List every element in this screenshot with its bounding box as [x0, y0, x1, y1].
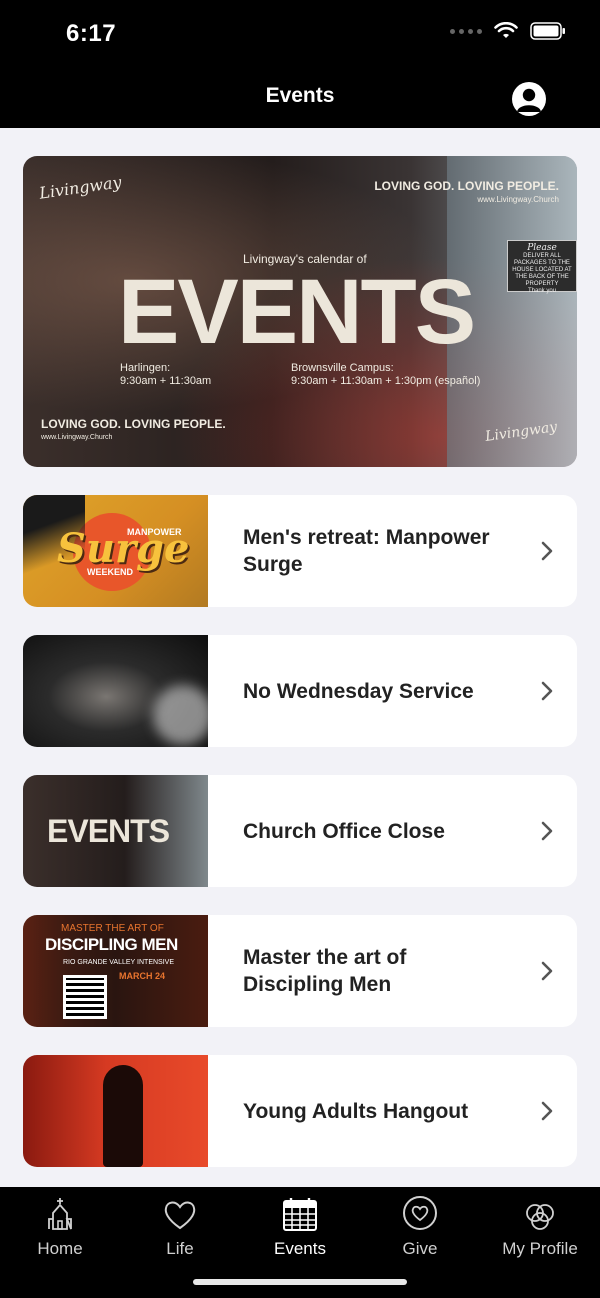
- hero-logo: Livingway: [38, 172, 123, 203]
- heart-circle-icon: [403, 1196, 437, 1230]
- tab-label: My Profile: [502, 1239, 578, 1258]
- thumb-date: MARCH 24: [119, 971, 166, 981]
- event-thumbnail: [23, 635, 208, 747]
- event-row-discipling-men[interactable]: MASTER THE ART OF DISCIPLING MEN RIO GRA…: [23, 915, 577, 1027]
- rings-icon: [526, 1204, 554, 1230]
- status-icons: [450, 22, 566, 40]
- hero-sign: Please DELIVER ALL PACKAGES TO THE HOUSE…: [507, 240, 577, 294]
- chevron-right-icon: [517, 960, 577, 982]
- thumb-word: EVENTS: [47, 813, 170, 849]
- thumb-glow: [153, 685, 208, 745]
- thumb-bottom-text: WEEKEND: [87, 567, 134, 577]
- hero-campus-2: Brownsville Campus: 9:30am + 11:30am + 1…: [291, 362, 480, 388]
- tab-label: Events: [274, 1239, 326, 1258]
- qr-code-icon: [63, 975, 107, 1019]
- hero-campus-1-times: 9:30am + 11:30am: [120, 375, 212, 387]
- hero-tagline-bottom-url: www.Livingway.Church: [41, 434, 113, 441]
- thumb-figure: [103, 1065, 143, 1167]
- hero-sign-footer: Thank you: [527, 288, 557, 294]
- event-thumbnail: EVENTS: [23, 775, 208, 887]
- event-title: Church Office Close: [243, 819, 445, 843]
- heart-icon: [164, 1201, 196, 1230]
- hero-sign-heading: Please: [527, 243, 557, 253]
- hero-campus-1-name: Harlingen:: [120, 362, 171, 374]
- hero-campus-2-name: Brownsville Campus:: [291, 362, 394, 374]
- church-icon: [48, 1198, 72, 1230]
- chevron-right-icon: [517, 540, 577, 562]
- tab-give[interactable]: Give: [360, 1193, 480, 1259]
- chevron-right-icon: [517, 820, 577, 842]
- tab-label: Life: [166, 1239, 194, 1258]
- thumb-line-3: RIO GRANDE VALLEY INTENSIVE: [63, 959, 174, 966]
- event-thumbnail: Surge MANPOWER WEEKEND: [23, 495, 208, 607]
- event-row-no-wednesday[interactable]: No Wednesday Service: [23, 635, 577, 747]
- signal-icon: [450, 28, 482, 34]
- page-title: Events: [265, 84, 335, 107]
- hero-tagline-top: LOVING GOD. LOVING PEOPLE. www.Livingway…: [374, 180, 559, 206]
- calendar-icon: [283, 1198, 317, 1231]
- tab-home[interactable]: Home: [0, 1193, 120, 1259]
- thumb-line-2: DISCIPLING MEN: [45, 935, 178, 954]
- tab-life[interactable]: Life: [120, 1193, 240, 1259]
- hero-tagline-top-text: LOVING GOD. LOVING PEOPLE.: [374, 179, 559, 193]
- event-title: Young Adults Hangout: [243, 1099, 469, 1123]
- profile-button[interactable]: [512, 82, 546, 116]
- hero-campus-2-times: 9:30am + 11:30am + 1:30pm (español): [291, 375, 481, 387]
- tab-label: Give: [402, 1239, 438, 1258]
- event-title: Master the art of Discipling Men: [243, 946, 407, 996]
- event-row-young-adults[interactable]: Young Adults Hangout: [23, 1055, 577, 1167]
- wifi-icon: [494, 22, 518, 38]
- tab-label: Home: [37, 1239, 83, 1258]
- tab-events[interactable]: Events: [240, 1193, 360, 1259]
- event-thumbnail: MASTER THE ART OF DISCIPLING MEN RIO GRA…: [23, 915, 208, 1027]
- hero-tagline-top-url: www.Livingway.Church: [477, 195, 559, 204]
- top-bar: 6:17 Events: [0, 0, 600, 128]
- hero-headline: EVENTS: [118, 261, 476, 363]
- thumb-line-1: MASTER THE ART OF: [61, 923, 164, 934]
- hero-tagline-bottom: LOVING GOD. LOVING PEOPLE. www.Livingway…: [41, 418, 226, 444]
- thumb-top-text: MANPOWER: [127, 527, 182, 537]
- events-hero-banner[interactable]: Livingway LOVING GOD. LOVING PEOPLE. www…: [23, 156, 577, 467]
- battery-icon: [530, 22, 565, 40]
- tab-my-profile[interactable]: My Profile: [480, 1193, 600, 1259]
- status-time: 6:17: [66, 20, 117, 47]
- chevron-right-icon: [517, 680, 577, 702]
- event-title: No Wednesday Service: [243, 679, 474, 703]
- user-icon: [517, 88, 541, 112]
- chevron-right-icon: [517, 1100, 577, 1122]
- hero-tagline-bottom-text: LOVING GOD. LOVING PEOPLE.: [41, 417, 226, 431]
- event-row-office-close[interactable]: EVENTS Church Office Close: [23, 775, 577, 887]
- hero-sign-text: DELIVER ALL PACKAGES TO THE HOUSE LOCATE…: [512, 253, 572, 287]
- event-title: Men's retreat: Manpower Surge: [243, 526, 490, 576]
- event-row-mens-retreat[interactable]: Surge MANPOWER WEEKEND Men's retreat: Ma…: [23, 495, 577, 607]
- event-thumbnail: [23, 1055, 208, 1167]
- hero-campus-1: Harlingen: 9:30am + 11:30am: [120, 362, 211, 388]
- home-indicator[interactable]: [193, 1279, 407, 1285]
